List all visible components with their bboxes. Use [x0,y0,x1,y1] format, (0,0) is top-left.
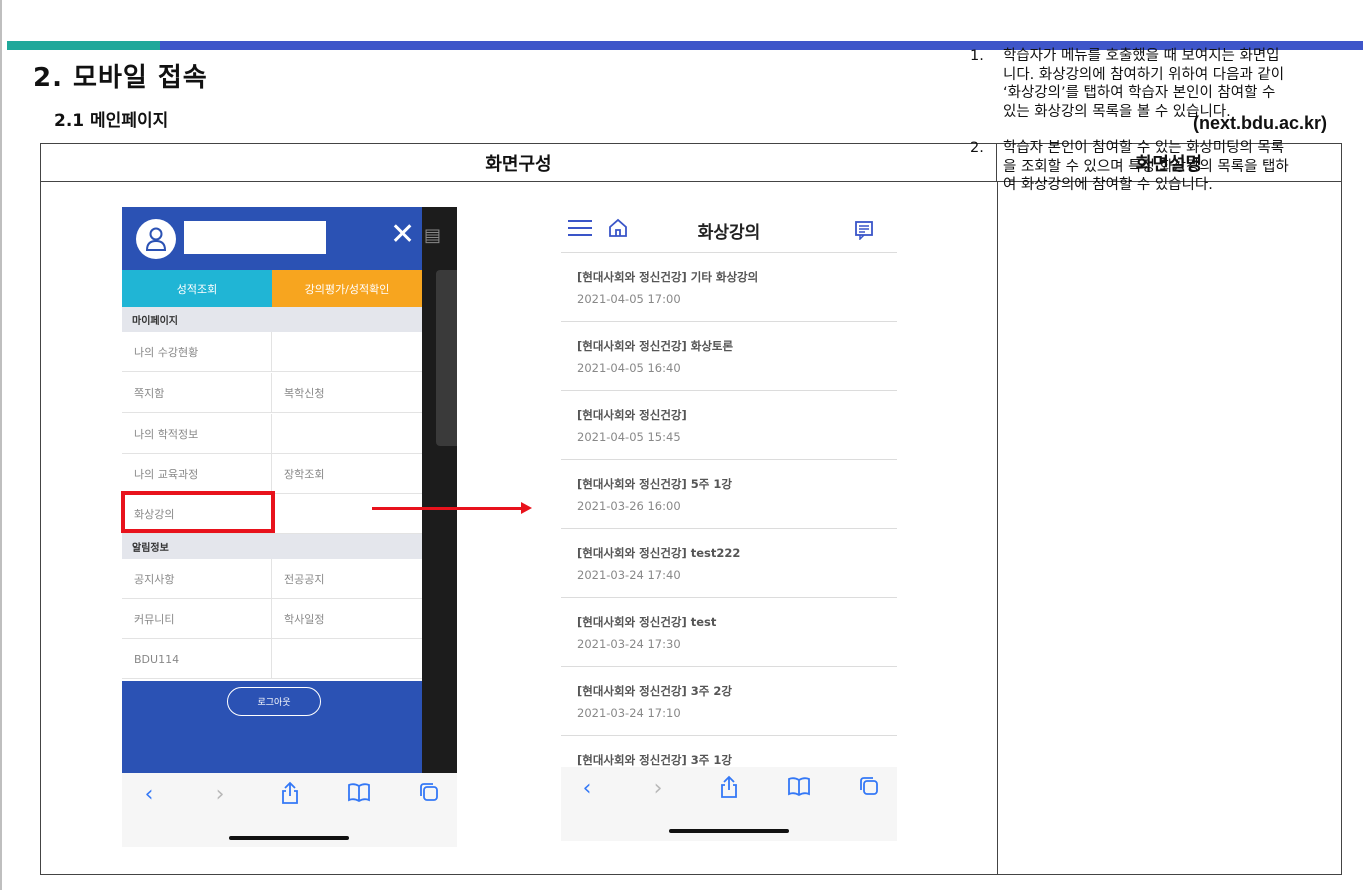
table-header-screen: 화면구성 [41,144,997,182]
user-icon [145,227,167,251]
home-icon[interactable] [607,217,629,243]
menu-item-reinstatement[interactable]: 복학신청 [272,373,422,413]
menu-row: 공지사항 전공공지 [122,559,422,599]
menu-item-messages[interactable]: 쪽지함 [122,373,272,413]
lecture-list-screenshot: 화상강의 [현대사회와 정신건강] 기타 화상강의 2021-04-05 17:… [561,207,897,841]
lecture-title: [현대사회와 정신건강] 기타 화상강의 [577,270,759,284]
drawer-header: ✕ [122,207,422,270]
lecture-item[interactable]: [현대사회와 정신건강] 2021-04-05 15:45 [561,391,897,460]
menu-row: 쪽지함 복학신청 [122,373,422,413]
section-notice: 알림정보 [122,534,422,559]
menu-item-scholarship[interactable]: 장학조회 [272,454,422,494]
user-name-box [184,221,326,254]
menu-item-enrollment[interactable]: 나의 수강현황 [122,332,272,372]
section-mypage: 마이페이지 [122,307,422,332]
menu-row: 나의 학적정보 [122,414,422,454]
page-left-rule [0,0,2,890]
menu-item-empty [272,639,422,679]
lecture-title: [현대사회와 정신건강] 3주 2강 [577,684,732,698]
description-item: 1. 학습자가 메뉴를 호출했을 때 보여지는 화면입니다. 화상강의에 참여하… [970,47,1290,121]
tab-evaluation[interactable]: 강의평가/성적확인 [272,270,422,307]
tabs-icon[interactable] [414,781,444,811]
back-icon[interactable]: ‹ [134,781,164,809]
menu-row: BDU114 [122,639,422,679]
logout-button[interactable]: 로그아웃 [227,687,321,716]
lecture-date: 2021-03-26 16:00 [577,499,681,513]
memo-icon[interactable] [854,220,874,244]
lecture-title: [현대사회와 정신건강] test [577,615,717,629]
menu-item-empty [272,332,422,372]
avatar [136,219,176,259]
lecture-date: 2021-03-24 17:30 [577,637,681,651]
description-list: 1. 학습자가 메뉴를 호출했을 때 보여지는 화면입니다. 화상강의에 참여하… [970,47,1290,213]
description-text: 학습자가 메뉴를 호출했을 때 보여지는 화면입니다. 화상강의에 참여하기 위… [1003,48,1285,120]
menu-item-bdu114[interactable]: BDU114 [122,639,272,679]
lecture-item[interactable]: [현대사회와 정신건강] 화상토론 2021-04-05 16:40 [561,322,897,391]
lecture-title: [현대사회와 정신건강] test222 [577,546,741,560]
drawer-footer: 로그아웃 [122,681,422,773]
lecture-title: [현대사회와 정신건강] 5주 1강 [577,477,732,491]
lecture-item[interactable]: [현대사회와 정신건강] test 2021-03-24 17:30 [561,598,897,667]
column-divider [997,182,998,874]
share-icon[interactable] [275,781,305,813]
menu-drawer: ✕ 성적조회 강의평가/성적확인 마이페이지 나의 수강현황 쪽지함 복학신청 … [122,207,422,773]
header-rule-teal [7,41,160,50]
memo-icon: ▤ [424,225,442,246]
app-header: 화상강의 [561,207,897,253]
arrow-head-icon [521,502,532,514]
back-icon[interactable]: ‹ [572,775,602,803]
lecture-title: [현대사회와 정신건강] 3주 1강 [577,753,732,767]
description-text: 학습자 본인이 참여할 수 있는 화상미팅의 목록을 조회할 수 있으며 특정 … [1003,140,1289,193]
background-panel [436,270,457,446]
description-number: 2. [970,140,984,156]
lecture-item[interactable]: [현대사회와 정신건강] 기타 화상강의 2021-04-05 17:00 [561,253,897,322]
lecture-date: 2021-04-05 16:40 [577,361,681,375]
menu-icon[interactable] [568,219,592,238]
home-indicator [669,829,789,833]
forward-icon[interactable]: › [205,781,235,809]
tabs-icon[interactable] [854,775,884,805]
section-title: 2. 모바일 접속 [33,63,208,93]
lecture-title: [현대사회와 정신건강] [577,408,687,422]
menu-row: 나의 수강현황 [122,332,422,372]
arrow-line [372,507,522,510]
lecture-item[interactable]: [현대사회와 정신건강] 3주 2강 2021-03-24 17:10 [561,667,897,736]
lecture-date: 2021-03-24 17:10 [577,706,681,720]
menu-row: 나의 교육과정 장학조회 [122,454,422,494]
bookmarks-icon[interactable] [784,775,814,805]
browser-toolbar: ‹ › [561,767,897,841]
description-number: 1. [970,48,984,64]
lecture-title: [현대사회와 정신건강] 화상토론 [577,339,734,353]
lecture-date: 2021-04-05 15:45 [577,430,681,444]
menu-item-announcements[interactable]: 공지사항 [122,559,272,599]
bookmarks-icon[interactable] [344,781,374,811]
lecture-date: 2021-03-24 17:40 [577,568,681,582]
menu-item-calendar[interactable]: 학사일정 [272,599,422,639]
menu-item-major-notice[interactable]: 전공공지 [272,559,422,599]
subsection-title: 2.1 메인페이지 [54,111,169,131]
highlight-box [121,491,275,533]
description-item: 2. 학습자 본인이 참여할 수 있는 화상미팅의 목록을 조회할 수 있으며 … [970,139,1290,195]
home-indicator [229,836,349,840]
lecture-item[interactable]: [현대사회와 정신건강] test222 2021-03-24 17:40 [561,529,897,598]
close-icon[interactable]: ✕ [390,217,415,253]
menu-item-empty [272,414,422,454]
forward-icon[interactable]: › [643,775,673,803]
menu-item-curriculum[interactable]: 나의 교육과정 [122,454,272,494]
lecture-item[interactable]: [현대사회와 정신건강] 5주 1강 2021-03-26 16:00 [561,460,897,529]
browser-toolbar: ‹ › [122,773,457,847]
share-icon[interactable] [714,775,744,807]
tab-grades[interactable]: 성적조회 [122,270,272,307]
lecture-date: 2021-04-05 17:00 [577,292,681,306]
menu-row: 커뮤니티 학사일정 [122,599,422,639]
menu-item-academic-info[interactable]: 나의 학적정보 [122,414,272,454]
menu-item-community[interactable]: 커뮤니티 [122,599,272,639]
menu-item-empty [272,494,422,534]
